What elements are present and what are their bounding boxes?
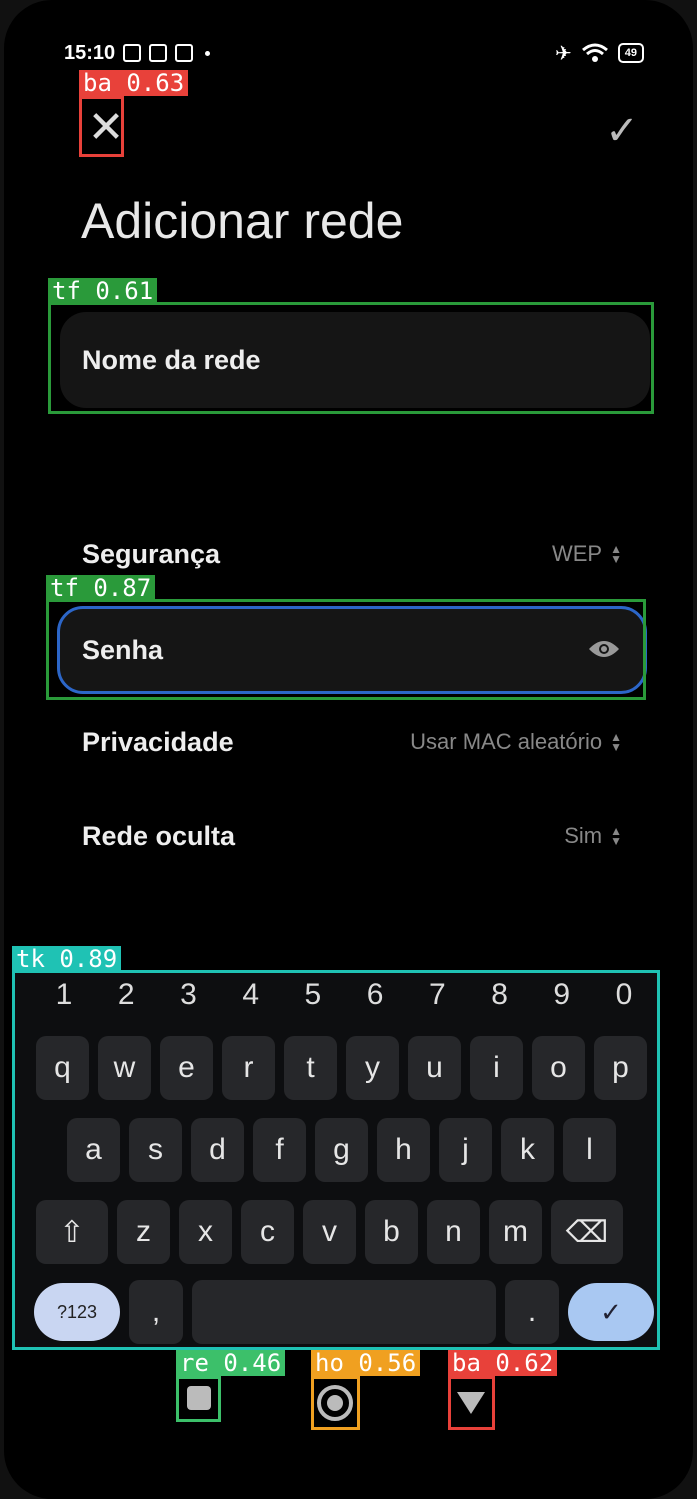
annotation-label-password: tf 0.87 bbox=[46, 575, 156, 601]
hidden-network-label: Rede oculta bbox=[82, 820, 236, 851]
annotation-label-close: ba 0.63 bbox=[79, 70, 189, 96]
privacy-row[interactable]: Privacidade Usar MAC aleatório ▲ ▼ bbox=[82, 722, 622, 762]
annotation-box-password bbox=[46, 599, 646, 700]
notification-status-icon bbox=[149, 44, 168, 62]
upload-status-icon bbox=[175, 44, 194, 62]
settings-status-icon bbox=[123, 44, 142, 62]
updown-chevron-icon: ▲ ▼ bbox=[610, 542, 622, 566]
page-title: Adicionar rede bbox=[81, 193, 404, 249]
annotation-label-keyboard: tk 0.89 bbox=[12, 946, 122, 972]
annotation-label-network-name: tf 0.61 bbox=[48, 278, 158, 304]
updown-chevron-icon: ▲ ▼ bbox=[610, 730, 622, 754]
hidden-network-value[interactable]: Sim ▲ ▼ bbox=[564, 823, 622, 849]
battery-icon: 49 bbox=[617, 43, 644, 63]
status-time: 15:10 bbox=[64, 41, 116, 64]
annotation-box-home bbox=[311, 1376, 360, 1430]
annotation-box-close bbox=[79, 96, 124, 157]
hidden-network-value-text: Sim bbox=[564, 823, 603, 848]
annotation-label-back: ba 0.62 bbox=[448, 1350, 558, 1376]
annotation-label-recents: re 0.46 bbox=[176, 1350, 286, 1376]
hidden-network-row[interactable]: Rede oculta Sim ▲ ▼ bbox=[82, 816, 622, 856]
annotation-box-keyboard bbox=[12, 970, 660, 1350]
wifi-icon bbox=[581, 43, 608, 62]
privacy-value-text: Usar MAC aleatório bbox=[410, 729, 603, 754]
annotation-box-recents bbox=[176, 1376, 221, 1422]
security-value[interactable]: WEP ▲ ▼ bbox=[552, 541, 622, 567]
privacy-value[interactable]: Usar MAC aleatório ▲ ▼ bbox=[410, 729, 622, 755]
annotation-box-back bbox=[448, 1376, 495, 1430]
confirm-button[interactable]: ✓ bbox=[600, 108, 644, 153]
security-value-text: WEP bbox=[551, 541, 603, 566]
updown-chevron-icon: ▲ ▼ bbox=[610, 824, 622, 848]
security-label: Segurança bbox=[82, 538, 221, 569]
annotation-label-home: ho 0.56 bbox=[311, 1350, 421, 1376]
more-notifications-dot-icon bbox=[205, 50, 211, 56]
privacy-label: Privacidade bbox=[82, 726, 234, 757]
airplane-icon: ✈ bbox=[554, 42, 572, 65]
annotation-box-network-name bbox=[48, 302, 654, 414]
status-bar: 15:10 ✈ 49 bbox=[64, 38, 644, 68]
security-row[interactable]: Segurança WEP ▲ ▼ bbox=[82, 534, 622, 574]
